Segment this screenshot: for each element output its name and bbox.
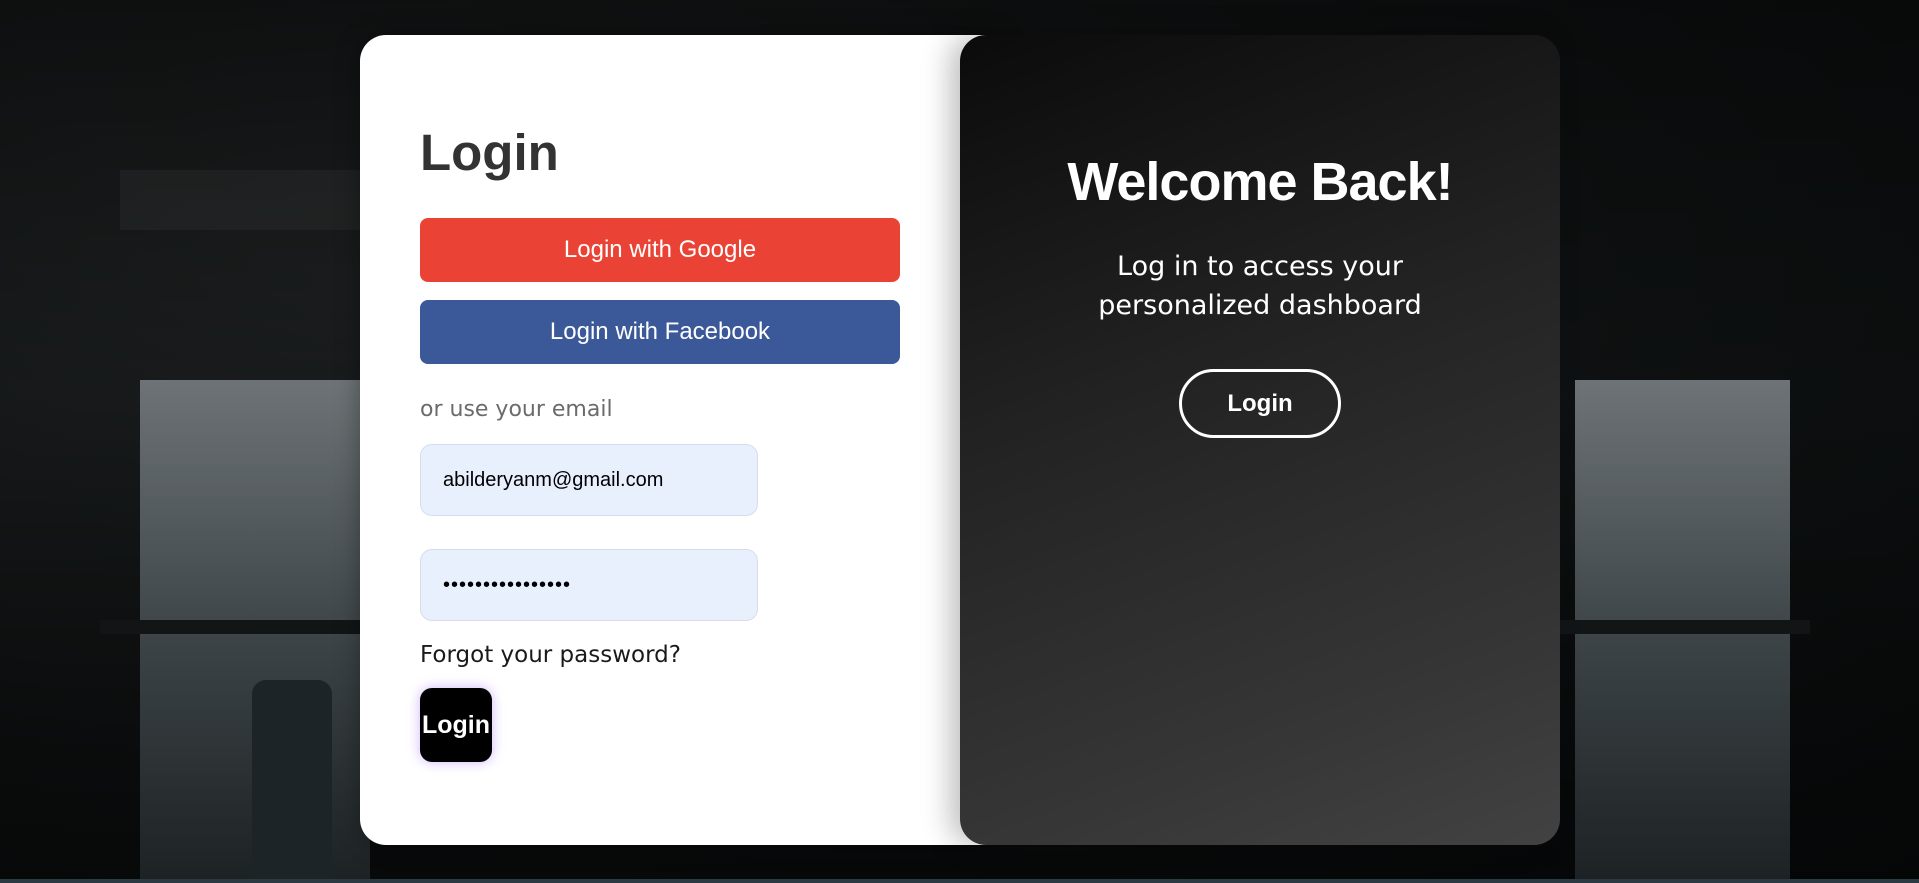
welcome-panel: Welcome Back! Log in to access your pers… [960,35,1560,845]
facebook-login-button[interactable]: Login with Facebook [420,300,900,364]
email-divider-text: or use your email [420,397,613,422]
background-bottom-strip [0,879,1919,883]
login-panel: Login Login with Google Login with Faceb… [360,35,1000,845]
welcome-subtitle: Log in to access your personalized dashb… [960,247,1560,325]
google-login-button[interactable]: Login with Google [420,218,900,282]
background-window-frame [100,620,390,634]
welcome-subtitle-line1: Log in to access your [1117,251,1403,282]
background-bottle [252,680,332,880]
welcome-subtitle-line2: personalized dashboard [1098,290,1422,321]
auth-card: Login Login with Google Login with Faceb… [360,35,1560,845]
background-window-frame [1560,620,1810,634]
email-input[interactable] [420,444,758,516]
forgot-password-link[interactable]: Forgot your password? [420,642,681,668]
password-input[interactable] [420,549,758,621]
welcome-login-button[interactable]: Login [1179,369,1341,438]
login-title: Login [420,124,559,181]
welcome-title: Welcome Back! [1067,152,1453,212]
login-submit-button[interactable]: Login [420,688,492,762]
